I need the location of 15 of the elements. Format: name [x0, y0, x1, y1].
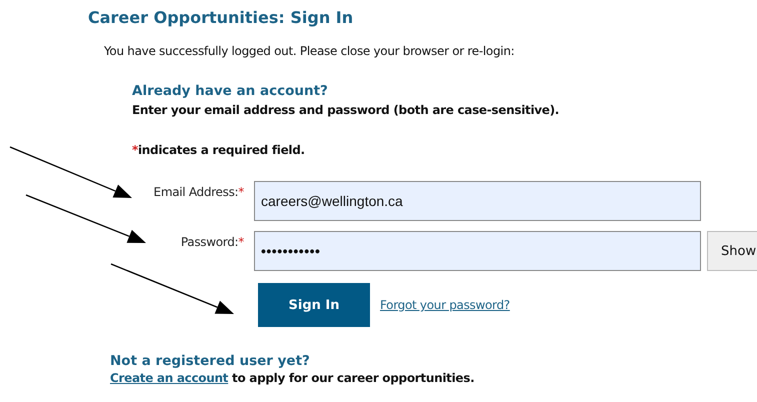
required-note: *indicates a required field.: [132, 143, 306, 157]
sign-in-button[interactable]: Sign In: [258, 283, 370, 327]
show-button[interactable]: Show: [707, 231, 757, 271]
email-field[interactable]: careers@wellington.ca: [254, 181, 701, 221]
forgot-password-link[interactable]: Forgot your password?: [380, 298, 510, 312]
section-heading: Already have an account?: [132, 83, 329, 99]
field-label: Password:*: [180, 234, 244, 249]
section-heading: Not a registered user yet?: [110, 353, 311, 369]
logout-message: You have successfully logged out. Please close your browser or re-login:: [104, 44, 516, 58]
instructions: Enter your email address and password (both are case-sensitive).: [132, 103, 560, 117]
field-label: Email Address:*: [152, 184, 244, 199]
password-field[interactable]: •••••••••••: [254, 231, 701, 271]
page-title: Career Opportunities: Sign In: [88, 8, 354, 27]
register-text: Create an account to apply for our career opportunities.: [110, 371, 476, 385]
create-account-link[interactable]: Create an account: [110, 371, 228, 385]
